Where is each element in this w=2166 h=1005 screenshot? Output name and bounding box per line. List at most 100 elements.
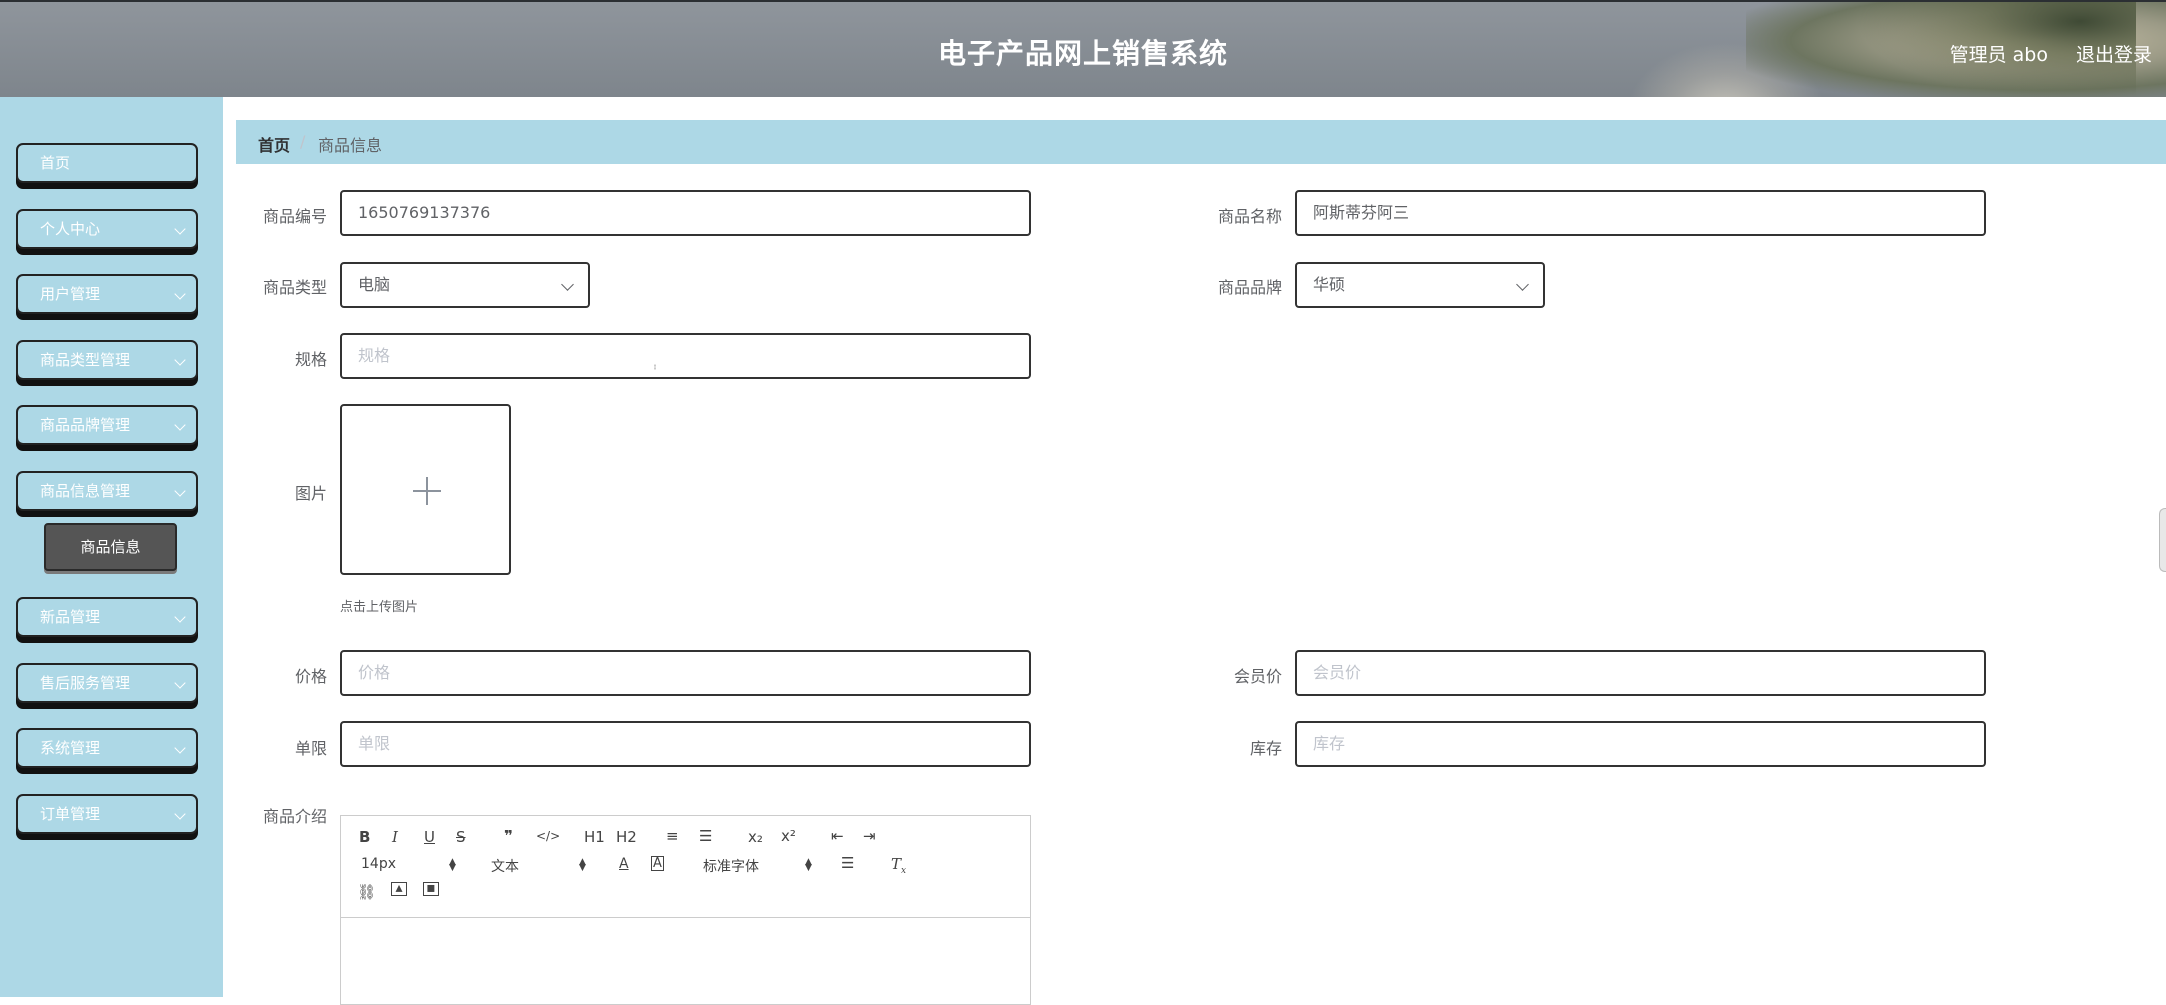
chevron-down-icon xyxy=(174,485,186,497)
blockquote-icon[interactable]: ❞ xyxy=(504,827,513,845)
underline-icon[interactable]: U xyxy=(424,828,435,846)
limit-input[interactable]: 单限 xyxy=(340,721,1031,767)
bullet-list-icon[interactable]: ☰ xyxy=(699,827,712,845)
breadcrumb-home[interactable]: 首页 xyxy=(258,132,290,156)
sidebar-item-system-management[interactable]: 系统管理 xyxy=(16,728,198,768)
code-block-icon[interactable]: </> xyxy=(536,829,560,843)
background-color-icon[interactable]: A xyxy=(651,856,664,871)
sidebar-item-label: 用户管理 xyxy=(40,285,101,303)
breadcrumb: 首页 / 商品信息 xyxy=(236,120,2166,164)
heading-1-icon[interactable]: H1 xyxy=(584,828,605,846)
upload-tip: 点击上传图片 xyxy=(340,600,419,615)
sidebar-item-personal-center[interactable]: 个人中心 xyxy=(16,209,198,249)
clear-format-icon[interactable]: Tx xyxy=(891,855,906,876)
sidebar-item-product-type-management[interactable]: 商品类型管理 xyxy=(16,340,198,380)
editor-content-area[interactable] xyxy=(341,918,1030,1004)
sidebar-item-label: 个人中心 xyxy=(40,220,101,238)
plus-icon-vertical xyxy=(426,477,428,505)
rich-text-editor: B I U S ❞ </> H1 H2 ≡ ☰ x₂ x² ⇤ ⇥ 14px ▲ ▼… xyxy=(340,815,1031,1005)
sidebar-item-home[interactable]: 首页 xyxy=(16,143,198,183)
product-brand-value: 华硕 xyxy=(1313,275,1346,294)
member-price-input[interactable]: 会员价 xyxy=(1295,650,1986,696)
superscript-icon[interactable]: x² xyxy=(781,827,796,845)
stock-label: 库存 xyxy=(1249,739,1282,758)
chevron-down-icon xyxy=(174,742,186,754)
sidebar-item-label: 商品类型管理 xyxy=(40,351,131,369)
side-scroll-handle[interactable] xyxy=(2159,508,2166,572)
product-type-label: 商品类型 xyxy=(262,278,327,297)
ordered-list-icon[interactable]: ≡ xyxy=(666,827,679,845)
sidebar-item-after-sales-management[interactable]: 售后服务管理 xyxy=(16,663,198,703)
sidebar-item-label: 新品管理 xyxy=(40,608,101,626)
chevron-down-icon xyxy=(561,278,574,291)
breadcrumb-separator: / xyxy=(300,132,306,151)
sidebar-subitem-product-info[interactable]: 商品信息 xyxy=(44,523,177,571)
chevron-down-icon xyxy=(174,419,186,431)
font-size-value: 14px xyxy=(361,856,396,872)
spec-input[interactable]: 规格 xyxy=(340,333,1031,379)
product-no-label: 商品编号 xyxy=(262,207,327,226)
product-name-label: 商品名称 xyxy=(1217,207,1282,226)
limit-label: 单限 xyxy=(294,739,327,758)
top-header: 电子产品网上销售系统 管理员 abo 退出登录 xyxy=(0,0,2166,97)
sidebar-item-user-management[interactable]: 用户管理 xyxy=(16,274,198,314)
bold-icon[interactable]: B xyxy=(359,828,370,846)
image-label: 图片 xyxy=(294,484,327,503)
text-type-select[interactable]: 文本 ▲ ▼ xyxy=(491,856,587,876)
price-label: 价格 xyxy=(294,667,327,686)
member-price-label: 会员价 xyxy=(1233,667,1282,686)
outdent-icon[interactable]: ⇤ xyxy=(831,827,844,845)
chevron-down-icon xyxy=(174,288,186,300)
intro-label: 商品介绍 xyxy=(262,807,327,826)
link-icon[interactable]: ⛓ xyxy=(357,883,376,901)
sidebar: 首页 个人中心 用户管理 商品类型管理 商品品牌管理 商品信息管理 商品信息 新… xyxy=(0,97,223,997)
font-size-select[interactable]: 14px ▲ ▼ xyxy=(361,856,457,873)
editor-toolbar: B I U S ❞ </> H1 H2 ≡ ☰ x₂ x² ⇤ ⇥ 14px ▲ ▼… xyxy=(341,816,1030,918)
chevron-down-icon xyxy=(174,677,186,689)
strikethrough-icon[interactable]: S xyxy=(456,828,466,846)
indent-icon[interactable]: ⇥ xyxy=(863,827,876,845)
product-no-input[interactable]: 1650769137376 xyxy=(340,190,1031,236)
chevron-down-icon xyxy=(174,223,186,235)
price-input[interactable]: 价格 xyxy=(340,650,1031,696)
font-family-select[interactable]: 标准字体 ▲ ▼ xyxy=(703,856,813,876)
subscript-icon[interactable]: x₂ xyxy=(748,828,763,846)
product-type-select[interactable]: 电脑 xyxy=(340,262,590,308)
breadcrumb-current: 商品信息 xyxy=(318,136,383,155)
admin-label: 管理员 abo xyxy=(1949,44,2048,66)
sidebar-item-brand-management[interactable]: 商品品牌管理 xyxy=(16,405,198,445)
stock-input[interactable]: 库存 xyxy=(1295,721,1986,767)
logout-link[interactable]: 退出登录 xyxy=(2076,40,2152,67)
sidebar-item-label: 首页 xyxy=(40,154,71,172)
sidebar-item-label: 订单管理 xyxy=(40,805,101,823)
product-brand-select[interactable]: 华硕 xyxy=(1295,262,1545,308)
sidebar-item-label: 商品品牌管理 xyxy=(40,416,131,434)
sidebar-item-product-info-management[interactable]: 商品信息管理 xyxy=(16,471,198,511)
select-arrows-icon: ▲ ▼ xyxy=(449,857,456,873)
chevron-down-icon xyxy=(174,808,186,820)
spec-label: 规格 xyxy=(294,350,327,369)
sidebar-item-label: 售后服务管理 xyxy=(40,674,131,692)
app-title: 电子产品网上销售系统 xyxy=(937,37,1228,70)
image-icon[interactable]: ▴ xyxy=(391,881,407,896)
product-brand-label: 商品品牌 xyxy=(1217,278,1282,297)
select-arrows-icon: ▲ ▼ xyxy=(805,857,812,873)
font-color-icon[interactable]: A xyxy=(619,856,629,872)
sidebar-item-label: 商品信息管理 xyxy=(40,482,131,500)
chevron-down-icon xyxy=(1516,278,1529,291)
video-icon[interactable]: ▪ xyxy=(423,881,439,896)
product-name-input[interactable]: 阿斯蒂芬阿三 xyxy=(1295,190,1986,236)
text-cursor-icon xyxy=(654,364,656,370)
heading-2-icon[interactable]: H2 xyxy=(616,828,637,846)
italic-icon[interactable]: I xyxy=(392,828,398,846)
sidebar-item-new-product-management[interactable]: 新品管理 xyxy=(16,597,198,637)
select-arrows-icon: ▲ ▼ xyxy=(579,857,586,873)
sidebar-item-order-management[interactable]: 订单管理 xyxy=(16,794,198,834)
font-family-value: 标准字体 xyxy=(703,859,759,875)
text-type-value: 文本 xyxy=(491,859,519,875)
sidebar-item-label: 系统管理 xyxy=(40,739,101,757)
chevron-down-icon xyxy=(174,611,186,623)
align-left-icon[interactable]: ☰ xyxy=(841,854,854,872)
chevron-down-icon xyxy=(174,354,186,366)
image-upload-box[interactable] xyxy=(340,404,511,575)
